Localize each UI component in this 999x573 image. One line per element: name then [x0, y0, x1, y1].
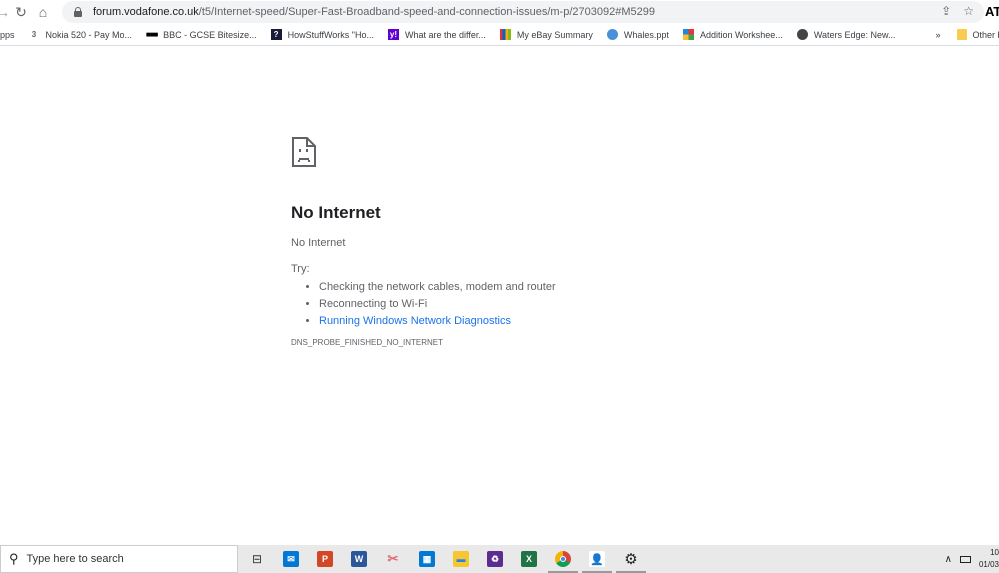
excel-app[interactable]: X	[512, 545, 546, 573]
powerpoint-icon: P	[317, 551, 333, 567]
suggestion-item: Reconnecting to Wi-Fi	[319, 296, 711, 313]
bookmark-yahoo[interactable]: y! What are the differ...	[387, 29, 486, 40]
suggestion-item: Checking the network cables, modem and r…	[319, 279, 711, 296]
error-subtitle: No Internet	[291, 237, 346, 249]
excel-icon: X	[521, 551, 537, 567]
recycle-icon: ♻	[487, 551, 503, 567]
file-explorer-app[interactable]: ▬	[444, 545, 478, 573]
system-tray: ∧ 10 01/03	[945, 545, 999, 573]
browser-toolbar: → ↻ ⌂ forum.vodafone.co.uk/t5/Internet-s…	[0, 0, 999, 24]
bookmark-howstuffworks[interactable]: ? HowStuffWorks "Ho...	[270, 29, 374, 40]
globe-icon	[796, 29, 808, 40]
user-icon: 👤	[589, 551, 605, 567]
bookmark-ebay[interactable]: My eBay Summary	[499, 29, 593, 40]
taskbar-search[interactable]: ⚲ Type here to search	[0, 545, 238, 573]
sad-document-icon	[292, 137, 316, 167]
chrome-app[interactable]	[546, 545, 580, 573]
yahoo-icon: y!	[387, 29, 399, 40]
bookmark-whales[interactable]: Whales.ppt	[606, 29, 669, 40]
suggestion-item: Running Windows Network Diagnostics	[319, 313, 711, 330]
other-bookmarks[interactable]: Other bookmarks	[956, 29, 999, 40]
error-title: No Internet	[291, 203, 381, 222]
chevron-up-icon[interactable]: ∧	[945, 554, 952, 565]
home-button[interactable]: ⌂	[32, 1, 54, 23]
chrome-icon	[555, 551, 571, 567]
bookmarks-overflow-button[interactable]: »	[936, 30, 941, 40]
gear-icon: ⚙	[624, 551, 638, 568]
task-view-icon: ⊟	[251, 552, 263, 566]
folder-icon: ▬	[453, 551, 469, 567]
ebay-bag-icon	[499, 29, 511, 40]
bookmark-addition[interactable]: Addition Workshee...	[682, 29, 783, 40]
share-icon[interactable]: ⇪	[941, 4, 951, 18]
onenote-app[interactable]: ♻	[478, 545, 512, 573]
clock[interactable]: 10 01/03	[979, 547, 999, 571]
lock-icon[interactable]	[72, 6, 84, 18]
grid-icon	[682, 29, 694, 40]
url-text[interactable]: forum.vodafone.co.uk/t5/Internet-speed/S…	[93, 6, 655, 18]
bookmark-apps[interactable]: pps	[0, 30, 15, 40]
reload-button[interactable]: ↻	[10, 1, 32, 23]
error-code: DNS_PROBE_FINISHED_NO_INTERNET	[291, 338, 444, 347]
howstuffworks-icon: ?	[270, 29, 282, 40]
powerpoint-app[interactable]: P	[308, 545, 342, 573]
calendar-icon: ▦	[419, 551, 435, 567]
address-bar[interactable]: forum.vodafone.co.uk/t5/Internet-speed/S…	[62, 1, 984, 23]
suggestions-list: Checking the network cables, modem and r…	[291, 279, 711, 330]
whales-icon	[606, 29, 618, 40]
task-view-button[interactable]: ⊟	[240, 545, 274, 573]
try-label: Try:	[291, 263, 310, 275]
forward-button[interactable]: →	[0, 1, 10, 23]
calendar-app[interactable]: ▦	[410, 545, 444, 573]
mail-app[interactable]: ✉	[274, 545, 308, 573]
bookmark-waters-edge[interactable]: Waters Edge: New...	[796, 29, 896, 40]
battery-icon[interactable]	[959, 555, 971, 563]
search-icon: ⚲	[9, 551, 19, 566]
bookmarks-bar: pps 3 Nokia 520 - Pay Mo... ■■■ BBC - GCSE…	[0, 24, 999, 46]
folder-icon	[956, 29, 967, 40]
word-icon: W	[351, 551, 367, 567]
mail-icon: ✉	[283, 551, 299, 567]
error-page: No Internet No Internet Try: Checking th…	[291, 136, 711, 347]
settings-app[interactable]: ⚙	[614, 545, 648, 573]
profile-badge[interactable]: AT	[985, 4, 999, 19]
bookmark-bbc[interactable]: ■■■ BBC - GCSE Bitesize...	[146, 29, 257, 40]
scissors-icon: ✂	[387, 551, 399, 566]
windows-taskbar: ⚲ Type here to search ⊟ ✉ P W ✂ ▦ ▬ ♻ X …	[0, 545, 999, 573]
user-app[interactable]: 👤	[580, 545, 614, 573]
snipping-tool-app[interactable]: ✂	[376, 545, 410, 573]
word-app[interactable]: W	[342, 545, 376, 573]
network-diagnostics-link[interactable]: Running Windows Network Diagnostics	[319, 315, 511, 327]
bookmark-star-icon[interactable]: ☆	[963, 4, 974, 18]
bbc-icon: ■■■	[145, 30, 159, 39]
three-logo-icon: 3	[31, 30, 37, 39]
bookmark-nokia[interactable]: 3 Nokia 520 - Pay Mo...	[29, 29, 132, 40]
